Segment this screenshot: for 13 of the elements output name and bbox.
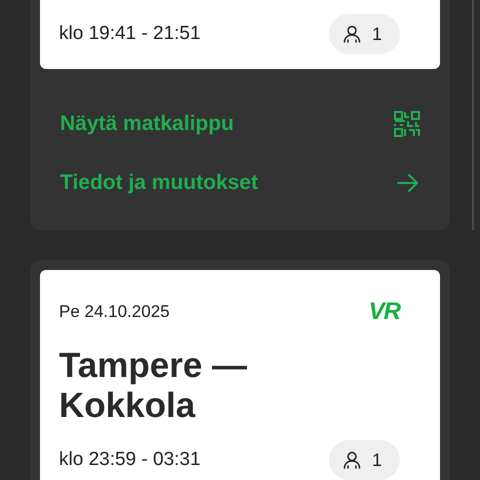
trip-date: Pe 24.10.2025: [59, 302, 170, 322]
trip-time: klo 19:41 - 21:51: [59, 23, 201, 45]
passenger-count-badge: 1: [328, 440, 400, 480]
person-icon: [342, 24, 362, 44]
person-icon: [342, 450, 362, 470]
qr-code-icon: [394, 110, 420, 136]
action-link[interactable]: Näytä matkalippu: [60, 94, 420, 153]
arrow-right-icon: [396, 172, 420, 192]
operator-logo: VR: [368, 298, 400, 326]
passenger-count-badge: 1: [328, 14, 400, 54]
trip-time: klo 23:59 - 03:31: [59, 449, 201, 471]
route-title: Tampere — Kokkola: [59, 346, 248, 426]
action-link[interactable]: Tiedot ja muutokset: [60, 153, 420, 212]
